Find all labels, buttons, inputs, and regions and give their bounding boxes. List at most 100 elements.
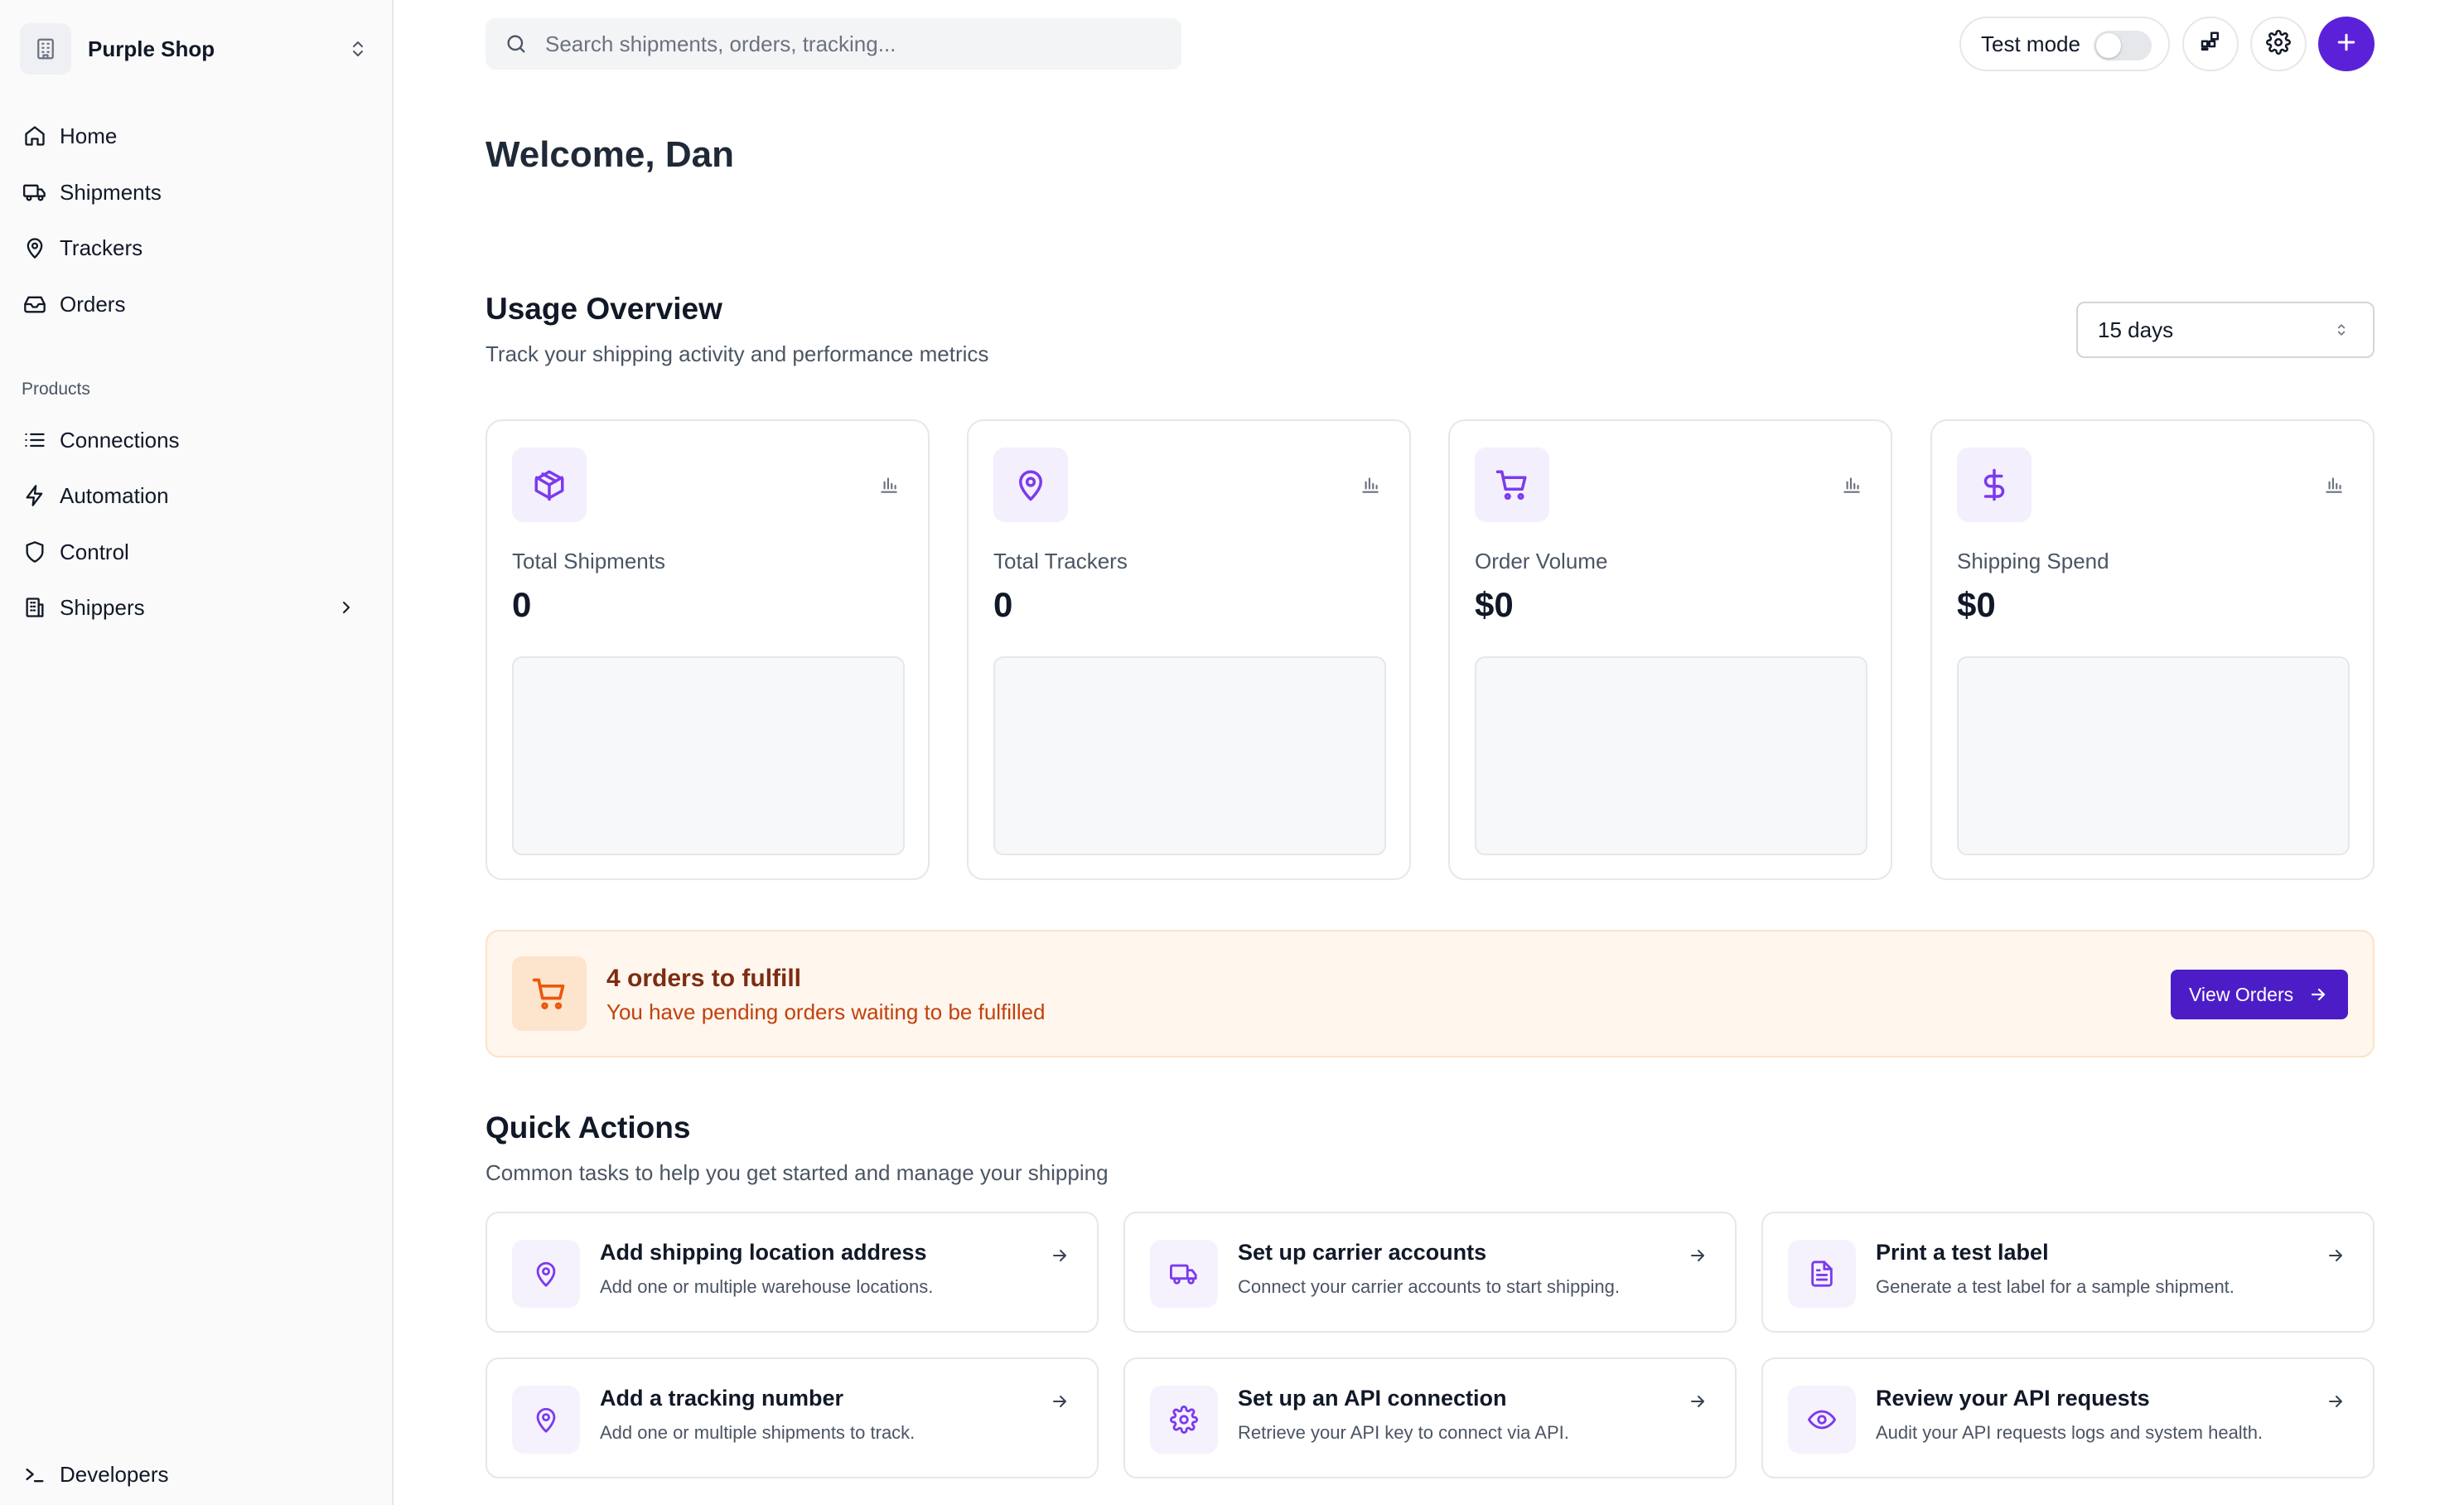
- page-title: Welcome, Dan: [486, 134, 734, 175]
- bar-chart-icon[interactable]: [2320, 471, 2348, 499]
- apps-button[interactable]: [2182, 17, 2239, 71]
- org-name: Purple Shop: [88, 36, 215, 61]
- quick-action-setup-api-connection[interactable]: Set up an API connection Retrieve your A…: [1123, 1357, 1737, 1478]
- usage-overview-subtitle: Track your shipping activity and perform…: [486, 341, 989, 366]
- home-icon: [22, 123, 48, 149]
- bar-chart-icon[interactable]: [1356, 471, 1384, 499]
- period-select[interactable]: 15 days: [2076, 302, 2375, 358]
- sidebar-item-automation[interactable]: Automation: [12, 472, 376, 519]
- sidebar-item-control[interactable]: Control: [12, 529, 376, 575]
- search-bar[interactable]: [486, 18, 1181, 70]
- create-button[interactable]: [2318, 17, 2375, 71]
- sidebar-item-label: Home: [60, 123, 118, 148]
- quick-action-title: Print a test label: [1876, 1240, 2049, 1265]
- map-pin-icon: [993, 448, 1068, 522]
- stat-value: 0: [512, 585, 532, 624]
- quick-action-title: Add a tracking number: [600, 1386, 844, 1411]
- search-input[interactable]: [545, 31, 1181, 57]
- stat-chart-placeholder: [512, 656, 905, 855]
- sidebar-item-connections[interactable]: Connections: [12, 417, 376, 463]
- view-orders-button[interactable]: View Orders: [2171, 970, 2348, 1019]
- usage-overview-title: Usage Overview: [486, 292, 722, 326]
- stat-chart-placeholder: [1957, 656, 2350, 855]
- stat-value: 0: [993, 585, 1013, 624]
- map-pin-icon: [512, 1240, 580, 1308]
- chevrons-up-down-icon: [2330, 318, 2353, 341]
- bar-chart-icon[interactable]: [1838, 471, 1866, 499]
- stat-chart-placeholder: [1475, 656, 1867, 855]
- toggle-switch[interactable]: [2094, 31, 2152, 60]
- inbox-icon: [22, 291, 48, 317]
- sidebar-item-trackers[interactable]: Trackers: [12, 225, 376, 271]
- quick-actions-title: Quick Actions: [486, 1111, 691, 1144]
- quick-actions-subtitle: Common tasks to help you get started and…: [486, 1160, 1109, 1185]
- quick-action-title: Set up an API connection: [1238, 1386, 1507, 1411]
- sidebar-item-label: Shippers: [60, 594, 145, 620]
- stat-label: Total Trackers: [993, 549, 1128, 573]
- package-icon: [512, 448, 587, 522]
- stat-card-shipping-spend: Shipping Spend $0: [1930, 419, 2375, 880]
- list-icon: [22, 427, 48, 453]
- sidebar-item-shipments[interactable]: Shipments: [12, 169, 376, 215]
- sidebar-item-label: Automation: [60, 482, 169, 508]
- stat-card-total-shipments: Total Shipments 0: [486, 419, 930, 880]
- quick-action-add-shipping-location[interactable]: Add shipping location address Add one or…: [486, 1212, 1099, 1333]
- building-icon: [22, 594, 48, 621]
- arrow-right-icon: [2307, 983, 2330, 1006]
- sidebar-item-shippers[interactable]: Shippers: [12, 584, 376, 631]
- eye-icon: [1788, 1386, 1856, 1454]
- sidebar-item-label: Shipments: [60, 179, 162, 205]
- sidebar-item-label: Developers: [60, 1461, 169, 1487]
- quick-action-print-test-label[interactable]: Print a test label Generate a test label…: [1761, 1212, 2375, 1333]
- stat-label: Shipping Spend: [1957, 549, 2109, 573]
- building-icon: [20, 23, 71, 75]
- quick-action-title: Review your API requests: [1876, 1386, 2150, 1411]
- search-icon: [502, 30, 530, 58]
- quick-action-desc: Add one or multiple shipments to track.: [600, 1422, 916, 1443]
- dollar-icon: [1957, 448, 2032, 522]
- plus-icon: [2334, 30, 2359, 59]
- sidebar-item-label: Trackers: [60, 235, 143, 260]
- quick-action-desc: Retrieve your API key to connect via API…: [1238, 1422, 1569, 1443]
- terminal-icon: [22, 1461, 48, 1488]
- toggle-knob: [2096, 33, 2121, 58]
- quick-action-title: Add shipping location address: [600, 1240, 927, 1265]
- quick-action-setup-carrier-accounts[interactable]: Set up carrier accounts Connect your car…: [1123, 1212, 1737, 1333]
- banner-title: 4 orders to fulfill: [606, 965, 802, 992]
- quick-action-add-tracking-number[interactable]: Add a tracking number Add one or multipl…: [486, 1357, 1099, 1478]
- sidebar: Purple Shop Home Shipments Trackers Orde…: [0, 0, 394, 1505]
- quick-action-desc: Add one or multiple warehouse locations.: [600, 1276, 934, 1297]
- view-orders-label: View Orders: [2189, 983, 2294, 1005]
- settings-button[interactable]: [2250, 17, 2307, 71]
- arrow-right-icon: [1047, 1243, 1072, 1268]
- quick-action-desc: Audit your API requests logs and system …: [1876, 1422, 2263, 1443]
- map-pin-icon: [22, 235, 48, 261]
- quick-action-desc: Connect your carrier accounts to start s…: [1238, 1276, 1621, 1297]
- sidebar-item-orders[interactable]: Orders: [12, 281, 376, 327]
- bar-chart-icon[interactable]: [875, 471, 903, 499]
- arrow-right-icon: [1685, 1243, 1710, 1268]
- sidebar-item-label: Connections: [60, 427, 180, 452]
- stat-label: Order Volume: [1475, 549, 1608, 573]
- apps-icon: [2198, 30, 2223, 59]
- cart-icon: [512, 956, 587, 1031]
- arrow-right-icon: [1685, 1389, 1710, 1414]
- test-mode-label: Test mode: [1981, 31, 2080, 56]
- stat-card-total-trackers: Total Trackers 0: [967, 419, 1411, 880]
- test-mode-toggle[interactable]: Test mode: [1959, 17, 2170, 71]
- orders-to-fulfill-banner: 4 orders to fulfill You have pending ord…: [486, 930, 2375, 1057]
- sidebar-item-home[interactable]: Home: [12, 113, 376, 159]
- truck-icon: [22, 179, 48, 206]
- sidebar-item-developers[interactable]: Developers: [12, 1451, 376, 1498]
- sidebar-item-label: Orders: [60, 291, 126, 317]
- org-switcher[interactable]: Purple Shop: [20, 20, 373, 78]
- period-value: 15 days: [2098, 317, 2174, 342]
- arrow-right-icon: [2323, 1389, 2348, 1414]
- arrow-right-icon: [2323, 1243, 2348, 1268]
- quick-action-review-api-requests[interactable]: Review your API requests Audit your API …: [1761, 1357, 2375, 1478]
- arrow-right-icon: [1047, 1389, 1072, 1414]
- bolt-icon: [22, 482, 48, 509]
- sidebar-item-label: Control: [60, 539, 129, 564]
- chevron-right-icon: [333, 594, 360, 621]
- banner-subtitle: You have pending orders waiting to be fu…: [606, 999, 1046, 1024]
